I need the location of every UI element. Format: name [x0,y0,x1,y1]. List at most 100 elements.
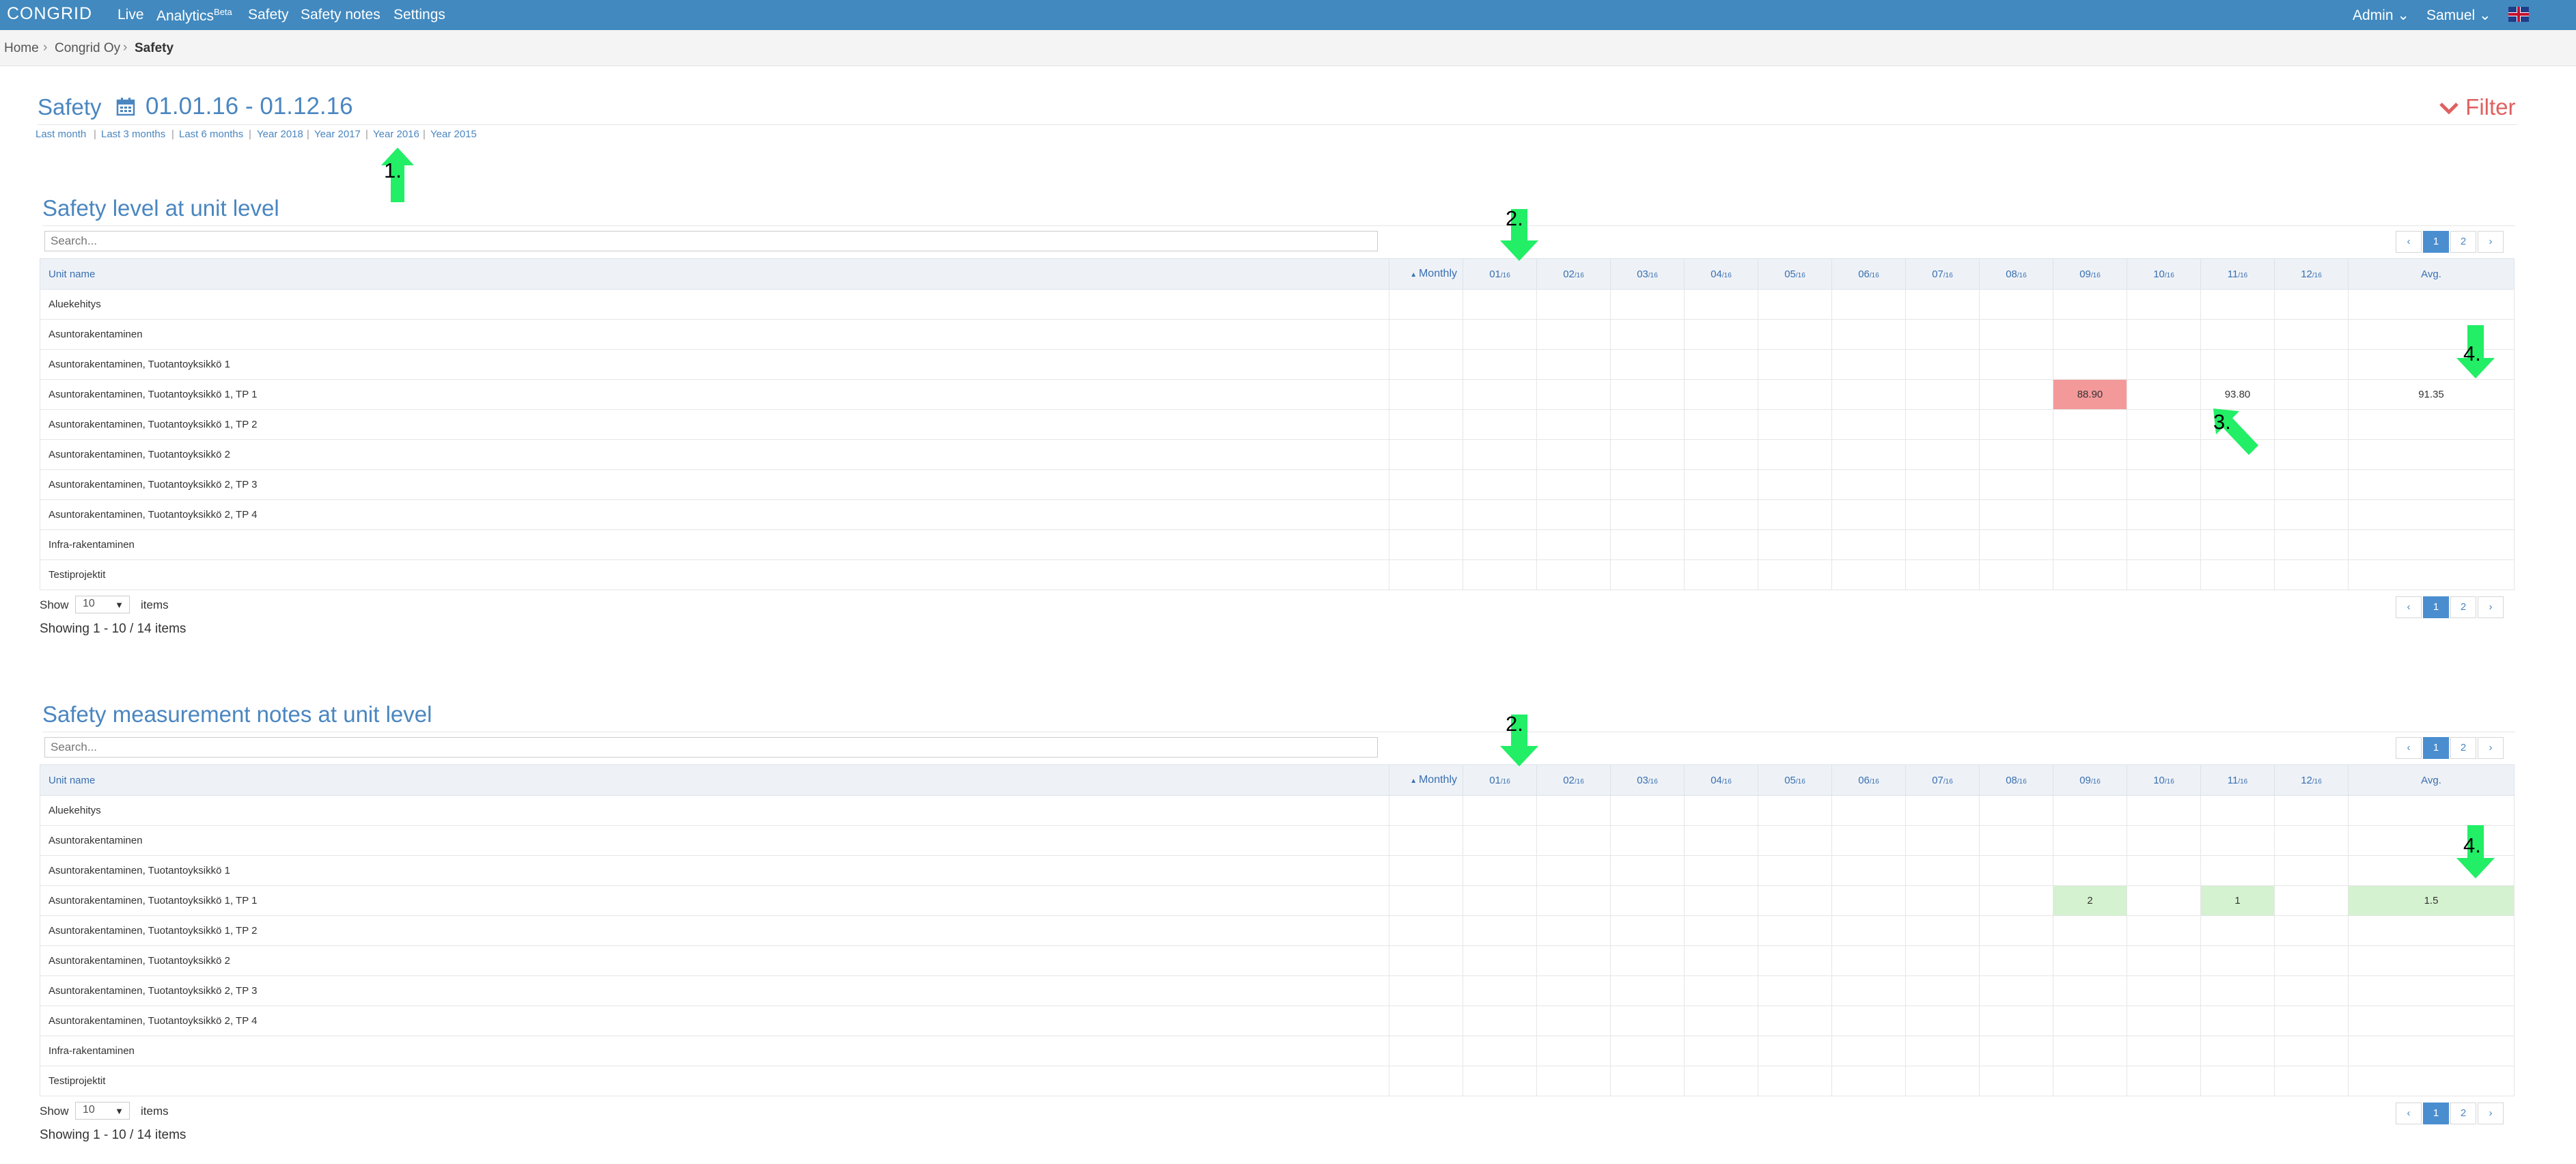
range-last-3-months[interactable]: Last 3 months [101,128,165,140]
prev-page-button[interactable]: ‹ [2396,1103,2422,1124]
next-page-button[interactable]: › [2478,231,2504,253]
page-1-button[interactable]: 1 [2423,231,2449,253]
table-row[interactable]: Asuntorakentaminen, Tuotantoyksikkö 1, T… [40,885,2515,916]
column-header-monthly[interactable]: ▲ Monthly [1389,764,1463,796]
nav-safety[interactable]: Safety [248,7,289,23]
unit-name-cell[interactable]: Asuntorakentaminen, Tuotantoyksikkö 1 [40,855,1389,886]
column-header-month[interactable]: 03/16 [1610,258,1685,290]
page-2-button[interactable]: 2 [2450,1103,2476,1124]
next-page-button[interactable]: › [2478,596,2504,618]
column-header-month[interactable]: 04/16 [1684,258,1758,290]
column-header-month[interactable]: 07/16 [1905,764,1980,796]
range-last-month[interactable]: Last month [36,128,86,140]
page-size-select[interactable]: 10 ▼ [75,1102,130,1120]
column-header-month[interactable]: 11/16 [2200,764,2275,796]
table-row[interactable]: Asuntorakentaminen, Tuotantoyksikkö 2, T… [40,499,2515,530]
next-page-button[interactable]: › [2478,1103,2504,1124]
unit-name-cell[interactable]: Asuntorakentaminen, Tuotantoyksikkö 2 [40,439,1389,470]
column-header-month[interactable]: 05/16 [1758,258,1832,290]
column-header-month[interactable]: 08/16 [1979,258,2053,290]
table-row[interactable]: Asuntorakentaminen, Tuotantoyksikkö 2 [40,439,2515,470]
table-row[interactable]: Testiprojektit [40,1066,2515,1096]
sort-asc-icon[interactable]: ▲ [1410,271,1419,279]
unit-name-cell[interactable]: Asuntorakentaminen, Tuotantoyksikkö 1, T… [40,409,1389,440]
range-year-2017[interactable]: Year 2017 [314,128,361,140]
range-year-2016[interactable]: Year 2016 [373,128,419,140]
unit-name-cell[interactable]: Aluekehitys [40,795,1389,826]
search-input[interactable] [44,231,1378,251]
table-row[interactable]: Infra-rakentaminen [40,529,2515,560]
uk-flag-icon[interactable] [2508,7,2529,22]
unit-name-cell[interactable]: Asuntorakentaminen, Tuotantoyksikkö 2, T… [40,975,1389,1006]
page-2-button[interactable]: 2 [2450,596,2476,618]
range-year-2018[interactable]: Year 2018 [257,128,303,140]
column-header-month[interactable]: 10/16 [2127,258,2201,290]
unit-name-cell[interactable]: Asuntorakentaminen, Tuotantoyksikkö 2 [40,945,1389,976]
breadcrumb-company[interactable]: Congrid Oy [55,41,120,56]
table-row[interactable]: Asuntorakentaminen, Tuotantoyksikkö 2 [40,945,2515,976]
column-header-month[interactable]: 09/16 [2053,258,2127,290]
unit-name-cell[interactable]: Infra-rakentaminen [40,529,1389,560]
table-row[interactable]: Aluekehitys [40,289,2515,320]
column-header-month[interactable]: 01/16 [1463,764,1537,796]
unit-name-cell[interactable]: Aluekehitys [40,289,1389,320]
unit-name-cell[interactable]: Asuntorakentaminen, Tuotantoyksikkö 2, T… [40,499,1389,530]
calendar-icon[interactable] [116,97,135,116]
table-row[interactable]: Asuntorakentaminen, Tuotantoyksikkö 1, T… [40,409,2515,440]
unit-name-cell[interactable]: Asuntorakentaminen [40,825,1389,856]
admin-menu[interactable]: Admin ⌄ [2353,7,2409,24]
search-input[interactable] [44,737,1378,758]
table-row[interactable]: Infra-rakentaminen [40,1036,2515,1066]
table-row[interactable]: Aluekehitys [40,795,2515,826]
table-row[interactable]: Asuntorakentaminen, Tuotantoyksikkö 1, T… [40,915,2515,946]
unit-name-cell[interactable]: Asuntorakentaminen [40,319,1389,350]
column-header-month[interactable]: 01/16 [1463,258,1537,290]
table-row[interactable]: Asuntorakentaminen, Tuotantoyksikkö 2, T… [40,469,2515,500]
table-row[interactable]: Asuntorakentaminen, Tuotantoyksikkö 1 [40,855,2515,886]
table-row[interactable]: Asuntorakentaminen [40,825,2515,856]
page-size-select[interactable]: 10 ▼ [75,596,130,613]
prev-page-button[interactable]: ‹ [2396,596,2422,618]
column-header-monthly[interactable]: ▲ Monthly [1389,258,1463,290]
page-1-button[interactable]: 1 [2423,737,2449,759]
column-header-month[interactable]: 12/16 [2274,764,2349,796]
column-header-month[interactable]: 03/16 [1610,764,1685,796]
unit-name-cell[interactable]: Asuntorakentaminen, Tuotantoyksikkö 1, T… [40,885,1389,916]
page-2-button[interactable]: 2 [2450,737,2476,759]
unit-name-cell[interactable]: Asuntorakentaminen, Tuotantoyksikkö 2, T… [40,469,1389,500]
column-header-month[interactable]: 07/16 [1905,258,1980,290]
prev-page-button[interactable]: ‹ [2396,231,2422,253]
page-1-button[interactable]: 1 [2423,596,2449,618]
nav-settings[interactable]: Settings [393,7,445,23]
nav-analytics[interactable]: AnalyticsBeta [156,7,232,25]
sort-asc-icon[interactable]: ▲ [1410,777,1419,785]
column-header-month[interactable]: 08/16 [1979,764,2053,796]
column-header-month[interactable]: 02/16 [1536,258,1611,290]
table-row[interactable]: Asuntorakentaminen, Tuotantoyksikkö 2, T… [40,975,2515,1006]
column-header-month[interactable]: 05/16 [1758,764,1832,796]
unit-name-cell[interactable]: Asuntorakentaminen, Tuotantoyksikkö 1, T… [40,379,1389,410]
nav-safety-notes[interactable]: Safety notes [301,7,380,23]
column-header-unit-name[interactable]: Unit name [40,764,1389,796]
unit-name-cell[interactable]: Testiprojektit [40,1066,1389,1096]
column-header-avg[interactable]: Avg. [2348,764,2515,796]
breadcrumb-home[interactable]: Home [4,41,39,56]
unit-name-cell[interactable]: Asuntorakentaminen, Tuotantoyksikkö 2, T… [40,1006,1389,1036]
column-header-month[interactable]: 04/16 [1684,764,1758,796]
unit-name-cell[interactable]: Asuntorakentaminen, Tuotantoyksikkö 1, T… [40,915,1389,946]
next-page-button[interactable]: › [2478,737,2504,759]
nav-live[interactable]: Live [117,7,144,23]
column-header-month[interactable]: 09/16 [2053,764,2127,796]
column-header-month[interactable]: 12/16 [2274,258,2349,290]
table-row[interactable]: Asuntorakentaminen [40,319,2515,350]
unit-name-cell[interactable]: Asuntorakentaminen, Tuotantoyksikkö 1 [40,349,1389,380]
column-header-unit-name[interactable]: Unit name [40,258,1389,290]
column-header-month[interactable]: 10/16 [2127,764,2201,796]
table-row[interactable]: Asuntorakentaminen, Tuotantoyksikkö 1, T… [40,379,2515,410]
range-year-2015[interactable]: Year 2015 [430,128,477,140]
column-header-avg[interactable]: Avg. [2348,258,2515,290]
column-header-month[interactable]: 02/16 [1536,764,1611,796]
table-row[interactable]: Testiprojektit [40,559,2515,590]
page-1-button[interactable]: 1 [2423,1103,2449,1124]
column-header-month[interactable]: 11/16 [2200,258,2275,290]
